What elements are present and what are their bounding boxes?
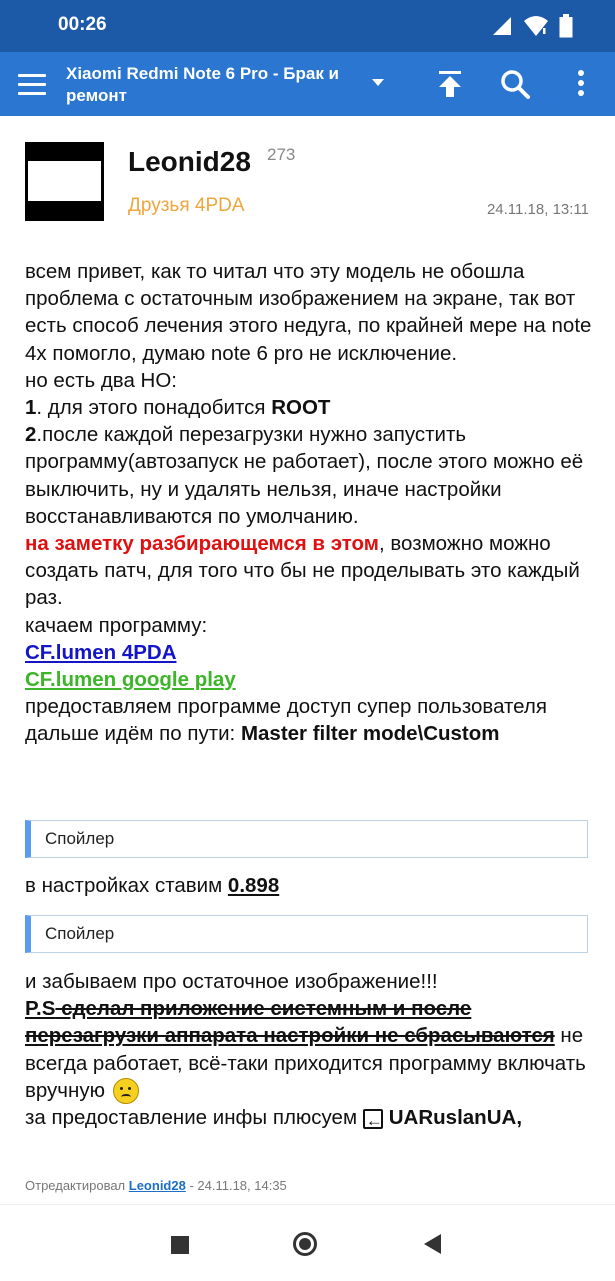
post-paragraph: на заметку разбирающемся в этом, возможн… <box>25 532 580 610</box>
scroll-top-icon[interactable] <box>432 66 468 102</box>
post-body-lower: и забываем про остаточное изображение!!!… <box>25 968 595 1134</box>
dropdown-icon[interactable] <box>372 79 384 86</box>
wifi-icon <box>524 16 548 36</box>
spoiler-toggle[interactable]: Спойлер <box>25 915 588 953</box>
post-paragraph: качаем программу: <box>25 613 208 637</box>
status-bar: 00:26 <box>0 0 615 52</box>
status-icons <box>491 12 573 40</box>
post-date: 24.11.18, 13:11 <box>486 201 589 218</box>
recents-icon[interactable] <box>171 1236 189 1254</box>
post-paragraph: но есть два НО: <box>25 368 177 392</box>
settings-line: в настройках ставим 0.898 <box>25 874 280 897</box>
status-time: 00:26 <box>58 14 107 35</box>
highlight-text: на заметку разбирающемся в этом <box>25 532 379 556</box>
sad-smiley-icon <box>112 1078 139 1105</box>
topic-title[interactable]: Xiaomi Redmi Note 6 Pro - Брак и ремонт <box>66 63 366 107</box>
post-paragraph: за предоставление инфы плюсуем UARuslanU… <box>25 1104 595 1134</box>
mentioned-user[interactable]: UARuslanUA, <box>389 1106 522 1129</box>
link-cflumen-google-play[interactable]: CF.lumen google play <box>25 668 236 691</box>
search-icon[interactable] <box>497 66 533 102</box>
more-icon[interactable] <box>563 66 599 102</box>
post-paragraph: предоставляем программе доступ супер пол… <box>25 695 547 719</box>
struck-text: сделал приложение системным и после пере… <box>25 997 555 1048</box>
post-paragraph: всем привет, как то читал что эту модель… <box>25 260 592 365</box>
post-author[interactable]: Leonid28 <box>128 146 251 178</box>
list-item: 2.после каждой перезагрузки нужно запуст… <box>25 423 584 528</box>
list-item: 1. для этого понадобится ROOT <box>25 396 331 420</box>
avatar[interactable] <box>25 142 104 221</box>
user-group: Друзья 4PDA <box>128 195 245 216</box>
app-bar: Xiaomi Redmi Note 6 Pro - Брак и ремонт <box>0 52 615 116</box>
editor-link[interactable]: Leonid28 <box>129 1178 186 1193</box>
mention-icon <box>362 1107 383 1134</box>
system-nav-bar <box>0 1204 615 1281</box>
menu-icon[interactable] <box>16 68 48 100</box>
reputation-count[interactable]: 273 <box>267 145 295 165</box>
back-icon[interactable] <box>424 1234 441 1254</box>
spoiler-toggle[interactable]: Спойлер <box>25 820 588 858</box>
link-cflumen-4pda[interactable]: CF.lumen 4PDA <box>25 641 177 664</box>
battery-icon <box>559 14 573 38</box>
settings-value: 0.898 <box>227 874 280 897</box>
post-paragraph: дальше идём по пути: Master filter mode\… <box>25 722 500 746</box>
post-ps: P.S сделал приложение системным и после … <box>25 995 595 1105</box>
home-icon[interactable] <box>293 1232 317 1256</box>
signal-icon <box>493 17 511 35</box>
edited-note: Отредактировал Leonid28 - 24.11.18, 14:3… <box>25 1178 287 1193</box>
post-body: всем привет, как то читал что эту модель… <box>25 258 595 748</box>
post-paragraph: и забываем про остаточное изображение!!! <box>25 970 438 993</box>
